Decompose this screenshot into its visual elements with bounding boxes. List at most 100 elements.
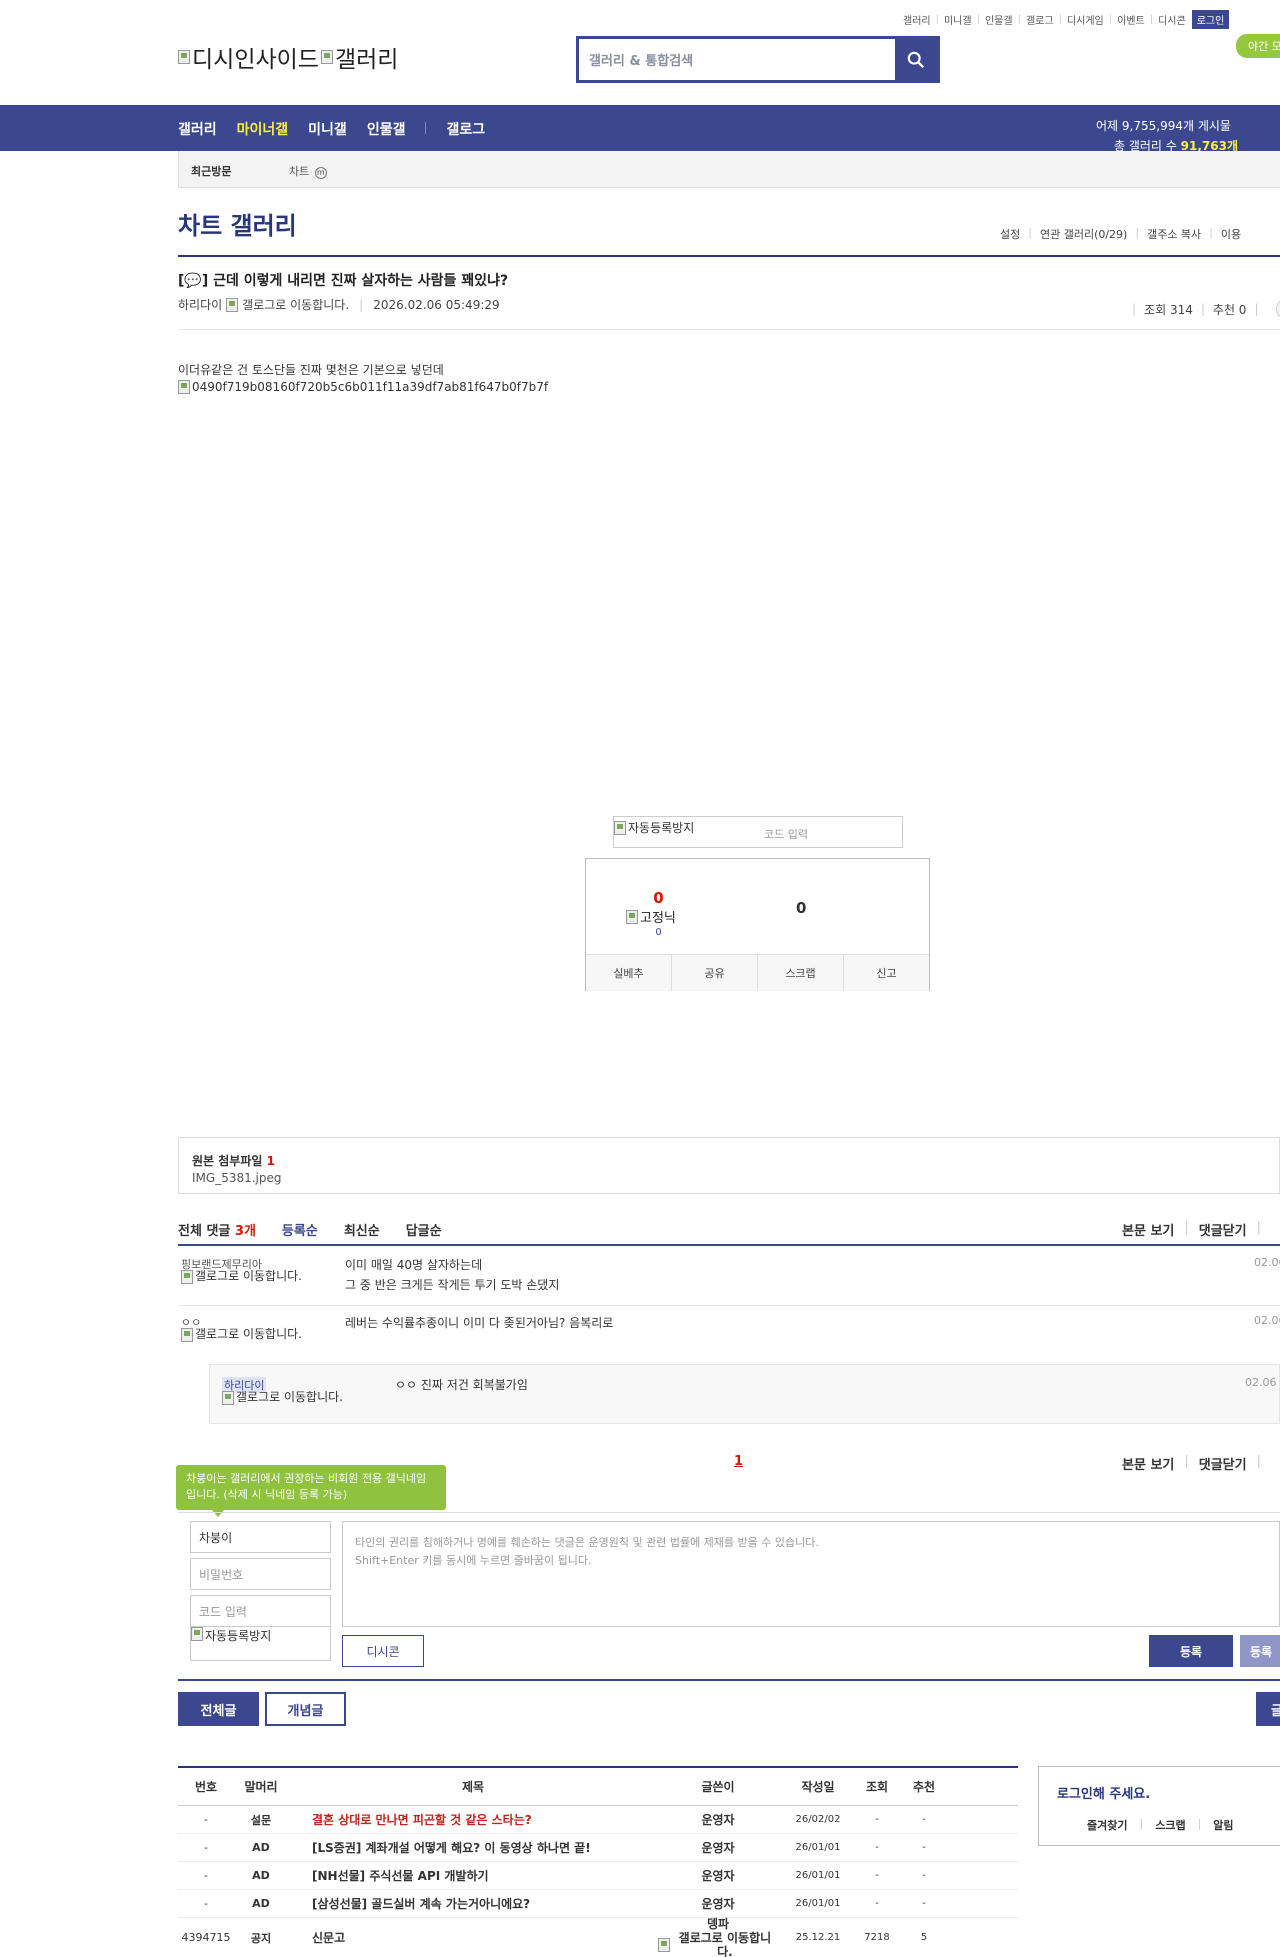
login-box: 로그인해 주세요. 즐겨찾기 | 스크랩 | 알림 [1038,1766,1280,1846]
top-link-gallog[interactable]: 갤로그 [1026,12,1054,27]
fixed-nick-recommend: 고정닉 [626,907,676,926]
attachment-file-link[interactable]: IMG_5381.jpeg [192,1171,282,1185]
comment-gallog[interactable]: 갤로그로 이동합니다. [181,1328,306,1342]
nav-gallog[interactable]: 갤로그 [446,119,485,139]
submit-recommend-button[interactable]: 등록 [1240,1635,1280,1667]
close-comments-button[interactable]: 댓글닫기 [1199,1220,1247,1239]
nickname-tooltip: 차붕이는 갤러리에서 권장하는 비회원 전용 갤닉네임입니다. (삭제 시 닉네… [176,1465,446,1517]
dccon-button[interactable]: 디시콘 [342,1635,424,1667]
write-post-button[interactable]: 글 [1256,1692,1280,1726]
recommend-up[interactable]: 0 고정닉 0 [586,859,758,954]
view-body-button[interactable]: 본문 보기 [1122,1220,1174,1239]
sort-reply[interactable]: 답글순 [406,1220,442,1239]
post-meta: 하리다이 갤로그로 이동합니다. | 2026.02.06 05:49:29 [178,296,500,313]
related-gallery-link[interactable]: 연관 갤러리(0/29) [1040,226,1127,242]
login-button[interactable]: 로그인 [1191,10,1230,29]
nav-mini-gallery[interactable]: 미니갤 [308,119,347,139]
post-link[interactable]: 신문고 [288,1929,658,1946]
nav-minor-gallery[interactable]: 마이너갤 [237,119,289,139]
reply-gallog[interactable]: 갤로그로 이동합니다. [222,1391,347,1405]
gallog-icon[interactable] [226,297,239,312]
nav-gallery[interactable]: 갤러리 [178,119,217,139]
nav-person-gallery[interactable]: 인물갤 [367,119,406,139]
table-row: 4394715 공지 신문고 뎅파 갤로그로 이동합니다. 25.12.21 7… [178,1917,1018,1957]
attachment-title: 원본 첨부파일 1 [192,1154,275,1168]
comment-page-1[interactable]: 1 [734,1454,743,1469]
recommend-down-count[interactable]: 0 [796,899,806,917]
top-link-game[interactable]: 디시게임 [1067,12,1104,27]
top-links: 갤러리 | 미니갤 | 인물갤 | 갤로그 | 디시게임 | 이벤트 | 디시콘 로그인 [903,10,1230,29]
top-link-dccon[interactable]: 디시콘 [1158,12,1186,27]
concept-posts-button[interactable]: 개념글 [265,1692,346,1726]
real-best-button[interactable]: 실베추 [586,955,672,991]
top-link-gallery[interactable]: 갤러리 [903,12,931,27]
post-link[interactable]: [삼성선물] 골드실버 계속 가는거아니에요? [288,1895,658,1912]
gallog-icon [181,1270,193,1284]
broken-image-icon [191,1627,203,1641]
site-logo[interactable]: 디시인사이드 갤러리 [178,40,398,74]
table-row: - 설문 결혼 상대로 만나면 피곤할 것 같은 스타는? 운영자 26/02/… [178,1806,1018,1834]
comment-textarea[interactable]: 타인의 권리를 침해하거나 명예를 훼손하는 댓글은 운영원칙 및 관련 법률에… [342,1521,1280,1627]
comment-write-form: 차붕이 비밀번호 코드 입력 자동등록방지 타인의 권리를 침해하거나 명예를 … [178,1512,1280,1684]
broken-image-icon [178,380,190,394]
favorites-link[interactable]: 즐겨찾기 [1087,1817,1127,1833]
post-link[interactable]: [LS증권] 계좌개설 어떻게 해요? 이 동영상 하나면 끝! [288,1839,658,1856]
submit-comment-button[interactable]: 등록 [1149,1635,1233,1667]
report-button[interactable]: 신고 [844,955,929,991]
scrap-button[interactable]: 스크랩 [758,955,844,991]
recent-visit-title: 최근방문 [191,165,232,178]
gallog-icon [222,1391,234,1405]
captcha-code-field[interactable]: 코드 입력 [190,1595,331,1627]
comment-date: 02.06 [1254,1256,1280,1269]
top-link-minor[interactable]: 미니갤 [944,12,972,27]
write-divider [178,1679,1280,1681]
top-link-person[interactable]: 인물갤 [985,12,1013,27]
usage-link[interactable]: 이용 [1221,226,1241,242]
recommend-box: 0 고정닉 0 0 실베추 공유 스크랩 신고 [585,858,930,991]
comment-gallog[interactable]: 갤로그로 이동합니다. [181,1270,306,1284]
nickname-field[interactable]: 차붕이 [190,1521,331,1553]
post-views: 조회 314 [1144,302,1193,317]
post-image[interactable]: 0490f719b08160f720b5c6b011f11a39df7ab81f… [178,380,548,394]
main-nav: 갤러리 마이너갤 미니갤 인물갤 갤로그 어제 9,755,994개 게시물 총… [0,105,1280,153]
reply-text: ㅇㅇ 진짜 저건 회복불가임 [395,1378,528,1392]
table-header: 번호 말머리 제목 글쓴이 작성일 조회 추천 [178,1768,1018,1806]
view-body-button-bottom[interactable]: 본문 보기 [1122,1454,1174,1473]
scrap-link[interactable]: 스크랩 [1155,1817,1185,1833]
all-posts-button[interactable]: 전체글 [178,1692,259,1726]
post-author[interactable]: 하리다이 [178,296,222,313]
top-link-event[interactable]: 이벤트 [1117,12,1145,27]
nav-divider [425,122,427,134]
night-mode-button[interactable]: 야간 모 [1236,34,1280,58]
search-input[interactable]: 갤러리 & 통합검색 [579,39,895,80]
broken-image-icon [178,50,190,64]
sort-registered[interactable]: 등록순 [282,1220,318,1239]
post-link[interactable]: [NH선물] 주식선물 API 개발하기 [288,1867,658,1884]
captcha-code-input[interactable]: 코드 입력 [764,826,808,842]
post-recommend: 추천 0 [1212,302,1247,317]
post-more-button[interactable] [1276,298,1280,320]
post-date: 2026.02.06 05:49:29 [373,297,500,312]
settings-link[interactable]: 설정 [1000,226,1020,242]
post-link[interactable]: 결혼 상대로 만나면 피곤할 것 같은 스타는? [288,1811,658,1828]
close-comments-button-bottom[interactable]: 댓글닫기 [1199,1454,1247,1473]
post-writer[interactable]: 뎅파 갤로그로 이동합니다. [658,1917,778,1957]
gallery-title[interactable]: 차트 갤러리 [178,206,297,241]
recent-visit-bar: 최근방문 차트 m [178,151,1280,188]
search-box: 갤러리 & 통합검색 [576,36,940,83]
broken-image-icon [320,50,333,64]
sort-latest[interactable]: 최신순 [344,1220,380,1239]
notification-link[interactable]: 알림 [1213,1817,1233,1833]
search-button[interactable] [895,39,937,80]
password-field[interactable]: 비밀번호 [190,1558,331,1590]
broken-image-icon [626,909,638,924]
post-image-alt: 0490f719b08160f720b5c6b011f11a39df7ab81f… [192,380,549,394]
table-row: - AD [삼성선물] 골드실버 계속 가는거아니에요? 운영자 26/01/0… [178,1890,1018,1918]
gallog-icon [181,1328,193,1342]
table-row: - AD [LS증권] 계좌개설 어떻게 해요? 이 동영상 하나면 끝! 운영… [178,1834,1018,1862]
list-buttons: 전체글 개념글 [178,1692,346,1726]
recent-visit-item[interactable]: 차트 m [289,163,327,179]
copy-address-link[interactable]: 갤주소 복사 [1147,226,1201,242]
share-button[interactable]: 공유 [672,955,758,991]
login-prompt[interactable]: 로그인해 주세요. [1057,1783,1150,1802]
